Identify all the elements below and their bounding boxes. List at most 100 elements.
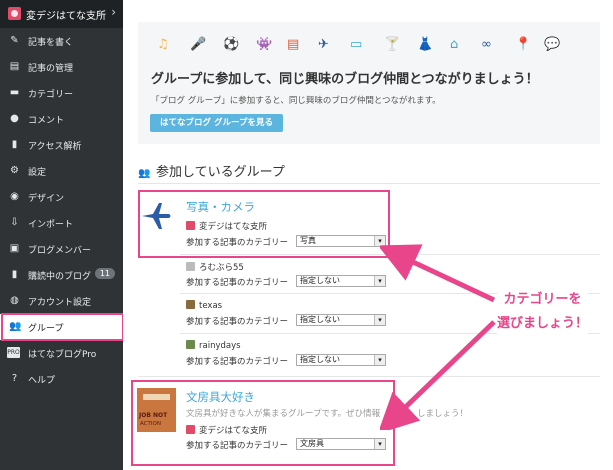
space-invader-icon: 👾	[256, 37, 273, 52]
callout-line: 選びましょう！	[497, 316, 589, 331]
sidebar-item-members[interactable]: ▣ ブログメンバー	[0, 236, 123, 262]
category-label: 参加する記事のカテゴリー	[186, 317, 289, 327]
sidebar-item-pro[interactable]: PRO はてなブログPro	[0, 340, 123, 366]
soccer-ball-icon: ⚽	[223, 37, 240, 52]
callout-line: カテゴリーを	[503, 292, 582, 307]
blog-name: 変デジはてな支所	[26, 11, 106, 22]
sidebar-item-write[interactable]: ✎ 記事を書く	[0, 28, 123, 54]
member-name-text: texas	[199, 301, 223, 311]
music-note-icon: ♫	[157, 37, 169, 52]
member-name-text: rainydays	[199, 341, 241, 351]
group-title-stationery[interactable]: 文房具大好き	[186, 389, 255, 405]
sidebar-item-label: グループ	[28, 324, 64, 334]
avatar	[186, 300, 195, 309]
avatar	[186, 262, 195, 271]
glasses-icon: ∞	[481, 37, 492, 52]
cocktail-icon: 🍸	[384, 37, 401, 52]
member-name[interactable]: rainydays	[186, 340, 241, 351]
sidebar-item-label: はてなブログPro	[28, 350, 97, 360]
sidebar-item-comment[interactable]: ● コメント	[0, 106, 123, 132]
member-name-text: 変デジはてな支所	[199, 426, 268, 436]
account-icon: ◍	[10, 295, 19, 306]
category-select[interactable]: 文房具	[296, 438, 386, 450]
category-select[interactable]: 指定しない	[296, 354, 386, 366]
member-name-text: 変デジはてな支所	[199, 222, 268, 232]
group-icon: 👥	[9, 321, 22, 332]
sidebar-item-label: ヘルプ	[28, 376, 56, 386]
sidebar-item-category[interactable]: ▬ カテゴリー	[0, 80, 123, 106]
group-description: 文房具が好きな人が集まるグループです。ぜひ情報	[186, 409, 381, 419]
import-icon: ⇩	[10, 217, 19, 228]
avatar	[186, 425, 195, 434]
sidebar-item-analytics[interactable]: ▮ アクセス解析	[0, 132, 123, 158]
chat-bubble-icon: 💬	[544, 37, 561, 52]
sidebar-item-label: コメント	[28, 116, 65, 126]
joined-groups-title: 参加しているグループ	[156, 165, 285, 180]
airplane-icon: ✈	[318, 37, 329, 52]
arrow-up	[380, 244, 496, 303]
document-icon: ▤	[9, 61, 20, 72]
member-name-text: ろむぶら55	[199, 263, 244, 273]
chart-icon: ▮	[11, 139, 18, 150]
sidebar-item-manage[interactable]: ▤ 記事の管理	[0, 54, 123, 80]
house-icon: ⌂	[450, 37, 459, 52]
sidebar-item-subscriptions[interactable]: ▮ 購読中のブログ 11	[0, 262, 123, 288]
group-icon: 👥	[138, 168, 151, 179]
members-icon: ▣	[9, 243, 20, 254]
pencil-icon: ✎	[10, 35, 19, 46]
help-icon: ?	[11, 373, 18, 384]
category-label: 参加する記事のカテゴリー	[186, 238, 289, 248]
arrow-down	[380, 320, 496, 430]
category-label: 参加する記事のカテゴリー	[186, 278, 289, 288]
callout-arrows	[380, 244, 496, 430]
sidebar-item-label: アカウント設定	[28, 298, 92, 308]
group-title-photo-camera[interactable]: 写真・カメラ	[186, 199, 255, 215]
sidebar-item-help[interactable]: ? ヘルプ	[0, 366, 123, 392]
category-label: 参加する記事のカテゴリー	[186, 441, 289, 451]
view-groups-button[interactable]: はてなブログ グループを見る	[150, 114, 283, 132]
microphone-icon: 🎤	[190, 37, 207, 52]
bookmark-icon: ▮	[11, 269, 18, 280]
category-select[interactable]: 写真	[296, 235, 386, 247]
notebook-icon: ▤	[287, 37, 300, 52]
sidebar-item-label: ブログメンバー	[28, 246, 92, 256]
sidebar-item-settings[interactable]: ⚙ 設定	[0, 158, 123, 184]
chevron-right-icon: ›	[111, 5, 116, 19]
blog-switcher[interactable]: 変デジはてな支所 ›	[0, 0, 123, 28]
pro-icon: PRO	[7, 347, 20, 358]
avatar	[186, 221, 195, 230]
promo-title: グループに参加して、同じ興味のブログ仲間とつながりましょう！	[151, 72, 539, 87]
sidebar-item-label: 購読中のブログ	[28, 272, 92, 282]
category-select[interactable]: 指定しない	[296, 275, 386, 287]
subscription-count-badge: 11	[94, 268, 115, 279]
category-label: 参加する記事のカテゴリー	[186, 357, 289, 367]
sidebar: 変デジはてな支所 › ✎ 記事を書く ▤ 記事の管理 ▬ カテゴリー ● コメン…	[0, 0, 123, 470]
map-pin-icon: 📍	[515, 37, 532, 52]
sidebar-item-account[interactable]: ◍ アカウント設定	[0, 288, 123, 314]
member-name[interactable]: 変デジはてな支所	[186, 220, 267, 232]
promo-description: 「ブログ グループ」に参加すると、同じ興味のブログ仲間とつながれます。	[151, 96, 441, 106]
group-thumbnail-stationery: JOB NOT ACTION	[137, 388, 176, 432]
comment-icon: ●	[10, 113, 19, 124]
sidebar-item-label: 記事を書く	[28, 38, 74, 48]
divider	[138, 376, 600, 377]
palette-icon: ◉	[10, 191, 19, 202]
member-name[interactable]: texas	[186, 300, 222, 311]
sidebar-item-label: カテゴリー	[28, 90, 74, 100]
sidebar-item-group[interactable]: 👥 グループ	[0, 314, 123, 340]
blog-icon	[8, 7, 21, 20]
joined-groups-heading: 👥 参加しているグループ	[138, 161, 285, 180]
wrench-icon: ⚙	[10, 165, 19, 176]
category-select[interactable]: 指定しない	[296, 314, 386, 326]
avatar	[186, 340, 195, 349]
member-name[interactable]: 変デジはてな支所	[186, 424, 267, 436]
divider	[138, 183, 600, 184]
member-name[interactable]: ろむぶら55	[186, 261, 244, 273]
sidebar-item-import[interactable]: ⇩ インポート	[0, 210, 123, 236]
thumbnail-text: JOB NOT	[139, 412, 168, 419]
thumbnail-text: ACTION	[140, 421, 161, 427]
sidebar-item-label: 設定	[28, 168, 47, 178]
sidebar-item-label: インポート	[28, 220, 74, 230]
airplane-icon	[142, 203, 171, 229]
sidebar-item-design[interactable]: ◉ デザイン	[0, 184, 123, 210]
